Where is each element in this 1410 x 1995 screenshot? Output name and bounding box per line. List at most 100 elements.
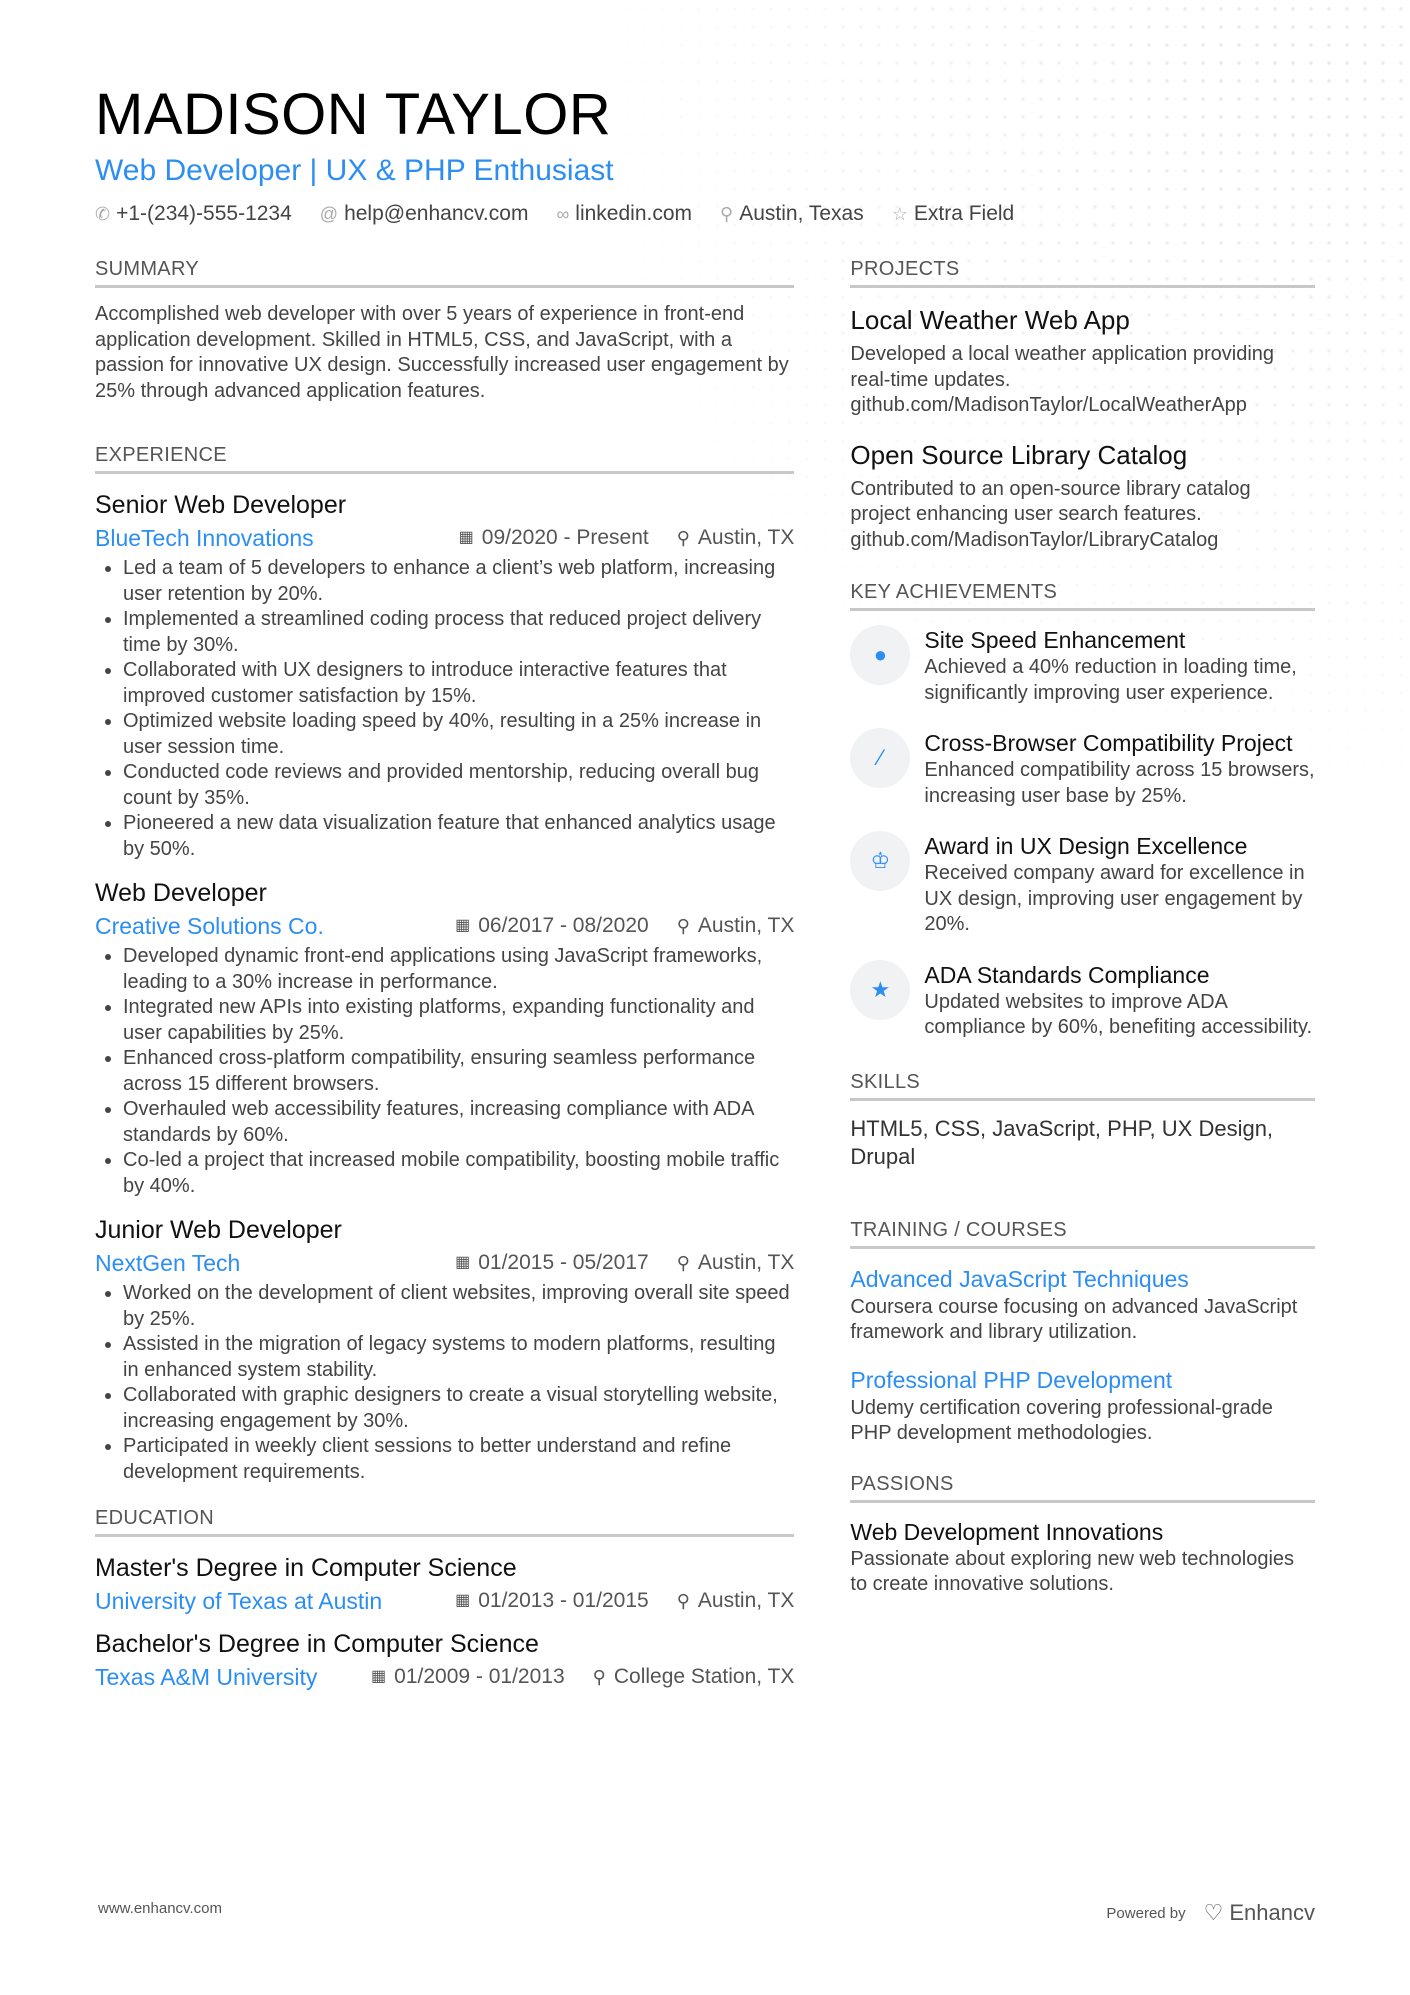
bullet-item: Implemented a streamlined coding process… (123, 607, 794, 658)
dates-text: 09/2020 - Present (481, 526, 649, 549)
achievement-body: Site Speed Enhancement Achieved a 40% red… (924, 625, 1315, 706)
candidate-title: Web Developer | UX & PHP Enthusiast (95, 154, 614, 187)
job-dates: ▦ 06/2017 - 08/2020 (455, 910, 649, 942)
projects-list: Local Weather Web App Developed a local w… (850, 302, 1315, 553)
bullet-item: Integrated new APIs into existing platfo… (123, 995, 794, 1046)
summary-text: Accomplished web developer with over 5 y… (95, 303, 789, 402)
school-name[interactable]: University of Texas at Austin (95, 1585, 455, 1617)
bullet-item: Optimized website loading speed by 40%, … (123, 709, 794, 760)
course-description: Coursera course focusing on advanced Jav… (850, 1295, 1298, 1344)
job-bullets: Led a team of 5 developers to enhance a … (95, 556, 794, 862)
bullet-item: Worked on the development of client webs… (123, 1281, 794, 1332)
bullet-item: Developed dynamic front-end applications… (123, 944, 794, 995)
section-heading-training: TRAINING / COURSES (850, 1219, 1315, 1249)
section-heading-experience: EXPERIENCE (95, 444, 795, 474)
candidate-name: MADISON TAYLOR (95, 82, 612, 147)
star-half-icon: ★ (850, 959, 911, 1020)
education-list: Master's Degree in Computer Science Unive… (95, 1551, 794, 1693)
project-title: Open Source Library Catalog (850, 439, 1188, 470)
company-name[interactable]: Creative Solutions Co. (95, 910, 455, 942)
job-meta: BlueTech Innovations ▦ 09/2020 - Present ⚲ A… (95, 522, 794, 554)
at-icon: @ (319, 203, 339, 224)
contact-text: linkedin.com (575, 202, 693, 225)
trophy-icon: ♔ (850, 831, 911, 891)
phone-icon: ✆ (95, 203, 111, 224)
job-meta: Creative Solutions Co. ▦ 06/2017 - 08/2020… (95, 910, 794, 942)
passions-list: Web Development Innovations Passionate ab… (850, 1517, 1315, 1598)
education-dates: ▦ 01/2013 - 01/2015 (455, 1585, 649, 1617)
skills-text: HTML5, CSS, JavaScript, PHP, UX Design, … (850, 1115, 1274, 1169)
contact-linkedin[interactable]: ∞ linkedin.com (556, 202, 692, 226)
footer-url[interactable]: www.enhancv.com (98, 1900, 222, 1926)
location-text: Austin, TX (697, 1589, 795, 1612)
location-text: Austin, TX (697, 1251, 795, 1274)
school-name[interactable]: Texas A&M University (95, 1661, 371, 1693)
job-location: ⚲ Austin, TX (677, 1247, 795, 1279)
project-description: Contributed to an open-source library ca… (850, 477, 1251, 551)
achievement-entry: ⁄ Cross-Browser Compatibility Project Enha… (850, 728, 1315, 809)
location-icon: ⚲ (676, 528, 690, 548)
location-icon: ⚲ (676, 916, 690, 936)
contact-email[interactable]: @ help@enhancv.com (320, 202, 529, 226)
bullet-item: Collaborated with graphic designers to c… (123, 1383, 794, 1434)
education-location: ⚲ Austin, TX (677, 1585, 795, 1617)
bullet-item: Co-led a project that increased mobile c… (123, 1148, 794, 1199)
course-title[interactable]: Professional PHP Development (850, 1364, 1315, 1396)
calendar-icon: ▦ (371, 1668, 387, 1685)
project-title: Local Weather Web App (850, 305, 1130, 335)
right-column: PROJECTS Local Weather Web App Developed … (850, 258, 1315, 1703)
section-heading-summary: SUMMARY (95, 258, 795, 288)
job-entry: Junior Web Developer NextGen Tech ▦ 01/2015… (95, 1213, 794, 1485)
achievement-description: Achieved a 40% reduction in loading time… (924, 656, 1297, 704)
achievement-body: Award in UX Design Excellence Received co… (924, 831, 1315, 938)
calendar-icon: ▦ (455, 1254, 471, 1271)
location-icon: ⚲ (676, 1591, 690, 1611)
contact-text: Austin, Texas (739, 202, 864, 225)
bullet-item: Participated in weekly client sessions t… (123, 1434, 794, 1485)
link-icon: ∞ (556, 203, 570, 224)
project-entry: Open Source Library Catalog Contributed t… (850, 437, 1315, 554)
company-name[interactable]: BlueTech Innovations (95, 522, 459, 554)
contact-location: ⚲ Austin, Texas (720, 202, 864, 226)
achievement-entry: ● Site Speed Enhancement Achieved a 40% re… (850, 625, 1315, 706)
dates-text: 06/2017 - 08/2020 (478, 914, 649, 937)
dates-text: 01/2013 - 01/2015 (478, 1589, 649, 1612)
passion-description: Passionate about exploring new web techn… (850, 1547, 1295, 1596)
experience-list: Senior Web Developer BlueTech Innovations… (95, 488, 794, 1485)
training-list: Advanced JavaScript Techniques Coursera c… (850, 1263, 1315, 1447)
course-description: Udemy certification covering professiona… (850, 1396, 1273, 1445)
job-title: Senior Web Developer (95, 491, 347, 519)
achievement-description: Enhanced compatibility across 15 browser… (924, 759, 1315, 807)
passion-entry: Web Development Innovations Passionate ab… (850, 1517, 1315, 1598)
job-title: Junior Web Developer (95, 1216, 342, 1244)
bullet-item: Collaborated with UX designers to introd… (123, 658, 794, 709)
job-entry: Senior Web Developer BlueTech Innovations… (95, 488, 794, 862)
brain-icon: ● (850, 625, 911, 685)
location-icon: ⚲ (592, 1667, 606, 1687)
course-title[interactable]: Advanced JavaScript Techniques (850, 1263, 1315, 1295)
education-dates: ▦ 01/2009 - 01/2013 (371, 1661, 565, 1693)
project-description: Developed a local weather application pr… (850, 343, 1275, 416)
location-text: College Station, TX (613, 1665, 795, 1688)
section-heading-passions: PASSIONS (850, 1473, 1315, 1503)
location-text: Austin, TX (697, 914, 795, 937)
calendar-icon: ▦ (455, 917, 471, 934)
enhancv-logo[interactable]: ♡ Enhancv (1204, 1900, 1315, 1926)
job-bullets: Worked on the development of client webs… (95, 1281, 794, 1485)
education-meta: University of Texas at Austin ▦ 01/2013 - … (95, 1585, 794, 1617)
contact-list: ✆ +1-(234)-555-1234 @ help@enhancv.com ∞ li… (95, 202, 1315, 226)
bullet-item: Assisted in the migration of legacy syst… (123, 1332, 794, 1383)
contact-text: help@enhancv.com (344, 202, 529, 225)
achievement-title: ADA Standards Compliance (924, 961, 1210, 988)
project-entry: Local Weather Web App Developed a local w… (850, 302, 1315, 419)
job-title: Web Developer (95, 879, 267, 907)
achievement-title: Cross-Browser Compatibility Project (924, 730, 1293, 756)
bullet-item: Enhanced cross-platform compatibility, e… (123, 1046, 794, 1097)
job-entry: Web Developer Creative Solutions Co. ▦ 06/2… (95, 876, 794, 1199)
calendar-icon: ▦ (455, 1592, 471, 1609)
job-location: ⚲ Austin, TX (677, 522, 795, 554)
achievement-entry: ★ ADA Standards Compliance Updated website… (850, 959, 1315, 1041)
job-dates: ▦ 01/2015 - 05/2017 (455, 1247, 649, 1279)
achievement-description: Updated websites to improve ADA complian… (924, 990, 1313, 1039)
company-name[interactable]: NextGen Tech (95, 1247, 455, 1279)
